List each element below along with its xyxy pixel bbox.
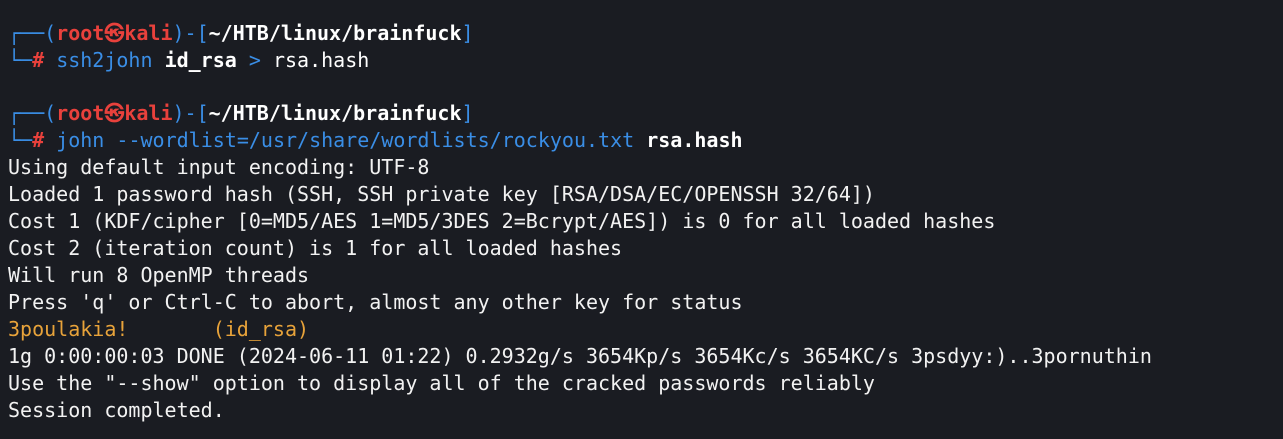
- command-line: └─# ssh2john id_rsa > rsa.hash: [8, 47, 1283, 74]
- prompt-bracket-open: ┌──(: [8, 101, 57, 125]
- output-line: Session completed.: [8, 398, 225, 422]
- kali-skull-icon: ㉿: [104, 101, 125, 125]
- output-line: Cost 2 (iteration count) is 1 for all lo…: [8, 236, 623, 260]
- command-arg: rsa.hash: [272, 48, 370, 72]
- command-name: ssh2john: [56, 48, 153, 72]
- command-arg: id_rsa: [164, 48, 237, 72]
- output-line: Using default input encoding: UTF-8: [8, 155, 430, 179]
- prompt-corner: └─: [8, 48, 33, 72]
- cracked-password-line: 3poulakia! (id_rsa): [8, 316, 1283, 343]
- command-line: └─# john --wordlist=/usr/share/wordlists…: [8, 127, 1283, 154]
- command-arg: rsa.hash: [646, 128, 743, 152]
- prompt-line: ┌──(root㉿kali)-[~/HTB/linux/brainfuck]: [8, 100, 1283, 127]
- output-line: Will run 8 OpenMP threads: [8, 263, 310, 287]
- kali-skull-icon: ㉿: [104, 21, 125, 45]
- prompt-path: ~/HTB/linux/brainfuck: [208, 101, 462, 125]
- command-flag: --wordlist=/usr/share/wordlists/rockyou.…: [116, 128, 635, 152]
- prompt-line: ┌──(root㉿kali)-[~/HTB/linux/brainfuck]: [8, 20, 1283, 47]
- root-hash-symbol: #: [32, 48, 45, 72]
- prompt-host: kali: [124, 21, 173, 45]
- output-line: Cost 1 (KDF/cipher [0=MD5/AES 1=MD5/3DES…: [8, 209, 996, 233]
- cracked-spacer: [128, 317, 212, 341]
- root-hash-symbol: #: [32, 128, 45, 152]
- terminal-window[interactable]: ┌──(root㉿kali)-[~/HTB/linux/brainfuck] └…: [8, 20, 1283, 424]
- prompt-user: root: [56, 21, 105, 45]
- output-line: Loaded 1 password hash (SSH, SSH private…: [8, 182, 875, 206]
- prompt-bracket-open: ┌──(: [8, 21, 57, 45]
- prompt-path-close: ]: [461, 101, 474, 125]
- output-line: 1g 0:00:00:03 DONE (2024-06-11 01:22) 0.…: [8, 344, 1152, 368]
- prompt-user: root: [56, 101, 105, 125]
- prompt-corner: └─: [8, 128, 33, 152]
- redirect-operator: >: [248, 48, 261, 72]
- cracked-source-file: (id_rsa): [212, 317, 310, 341]
- prompt-path: ~/HTB/linux/brainfuck: [208, 21, 462, 45]
- output-line: Use the "--show" option to display all o…: [8, 371, 875, 395]
- output-line: Press 'q' or Ctrl-C to abort, almost any…: [8, 290, 743, 314]
- prompt-path-close: ]: [461, 21, 474, 45]
- prompt-path-open: )-[: [172, 101, 209, 125]
- command-name: john: [56, 128, 105, 152]
- prompt-path-open: )-[: [172, 21, 209, 45]
- prompt-host: kali: [124, 101, 173, 125]
- cracked-password: 3poulakia!: [8, 317, 129, 341]
